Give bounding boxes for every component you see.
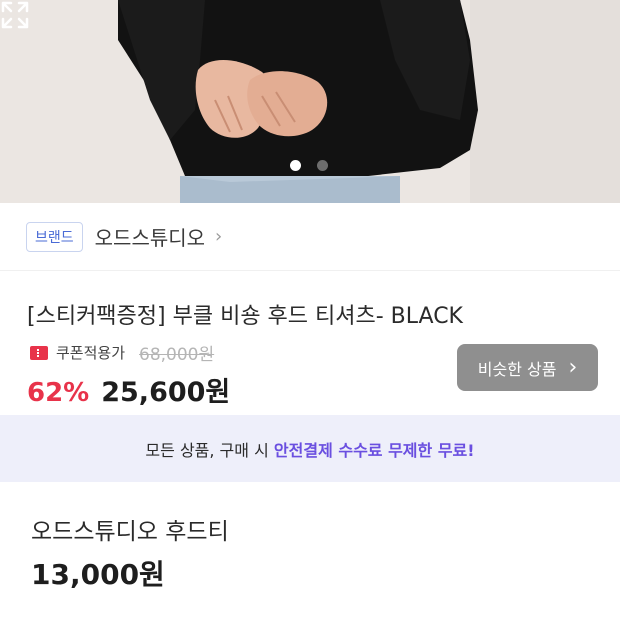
expand-icon[interactable] bbox=[0, 0, 30, 30]
product-title: [스티커팩증정] 부클 비숑 후드 티셔츠- BLACK bbox=[27, 304, 463, 329]
brand-row[interactable]: 브랜드 오드스튜디오 › bbox=[0, 203, 620, 271]
gallery-pagination bbox=[290, 160, 328, 171]
price-row: 62% 25,600원 bbox=[27, 370, 230, 409]
chevron-right-icon: › bbox=[215, 226, 223, 247]
product-image-gallery[interactable] bbox=[0, 0, 620, 203]
gallery-dot-active[interactable] bbox=[290, 160, 301, 171]
similar-products-label: 비슷한 상품 bbox=[477, 359, 557, 379]
coupon-ticket-icon bbox=[30, 345, 48, 360]
related-product-name[interactable]: 오드스튜디오 후드티 bbox=[31, 512, 229, 546]
banner-highlight: 안전결제 수수료 무제한 무료! bbox=[273, 440, 475, 460]
original-price: 68,000원 bbox=[139, 345, 215, 365]
discount-rate: 62% bbox=[27, 378, 90, 408]
related-product-price: 13,000원 bbox=[31, 558, 165, 591]
safe-payment-banner[interactable]: 모든 상품, 구매 시 안전결제 수수료 무제한 무료! bbox=[0, 415, 620, 482]
gallery-dot[interactable] bbox=[317, 160, 328, 171]
product-photo bbox=[0, 0, 620, 203]
sale-price: 25,600원 bbox=[101, 377, 231, 408]
brand-badge: 브랜드 bbox=[26, 221, 83, 252]
banner-text: 모든 상품, 구매 시 bbox=[145, 440, 274, 460]
similar-products-button[interactable]: 비슷한 상품 › bbox=[457, 344, 598, 391]
brand-name[interactable]: 오드스튜디오 bbox=[95, 222, 205, 251]
chevron-right-icon: › bbox=[568, 355, 578, 380]
coupon-price-row: 쿠폰적용가 68,000원 bbox=[30, 340, 214, 365]
coupon-label: 쿠폰적용가 bbox=[56, 344, 126, 362]
